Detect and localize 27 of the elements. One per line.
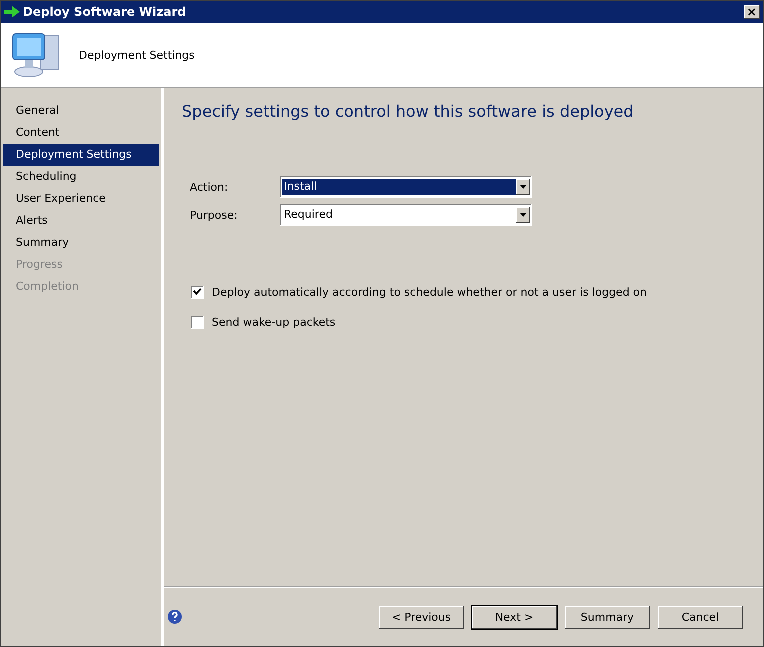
wizard-button[interactable]: Next > [472,606,557,628]
sidebar-item[interactable]: General [3,100,159,122]
field-label: Action: [190,180,230,194]
dropdown-arrow-icon [520,213,526,217]
page-heading: Specify settings to control how this software is deployed [182,102,635,121]
close-button[interactable]: × [744,5,760,19]
dropdown[interactable]: Install [280,176,532,198]
arrow-icon [4,6,20,18]
sidebar-item[interactable]: Alerts [3,210,159,232]
help-icon[interactable] [168,610,182,624]
wizard-button[interactable]: < Previous [379,606,464,628]
sidebar-item[interactable]: Deployment Settings [3,144,159,166]
wizard-button[interactable]: Cancel [658,606,743,628]
sidebar-item[interactable]: Summary [3,232,159,254]
checkbox[interactable] [191,286,204,298]
sidebar-item[interactable]: User Experience [3,188,159,210]
field-label: Purpose: [190,208,239,222]
checkbox-label: Send wake-up packets [212,316,336,328]
sidebar-item[interactable]: Scheduling [3,166,159,188]
wizard-button[interactable]: Summary [565,606,650,628]
dropdown-arrow-icon [520,185,526,189]
dropdown[interactable]: Required [280,204,532,226]
checkbox-label: Deploy automatically according to schedule whether or not a user is logged on [212,286,647,298]
checkbox[interactable] [191,316,204,328]
window-title: Deploy Software Wizard [23,5,188,19]
header-title: Deployment Settings [79,48,195,62]
sidebar-item[interactable]: Content [3,122,159,144]
